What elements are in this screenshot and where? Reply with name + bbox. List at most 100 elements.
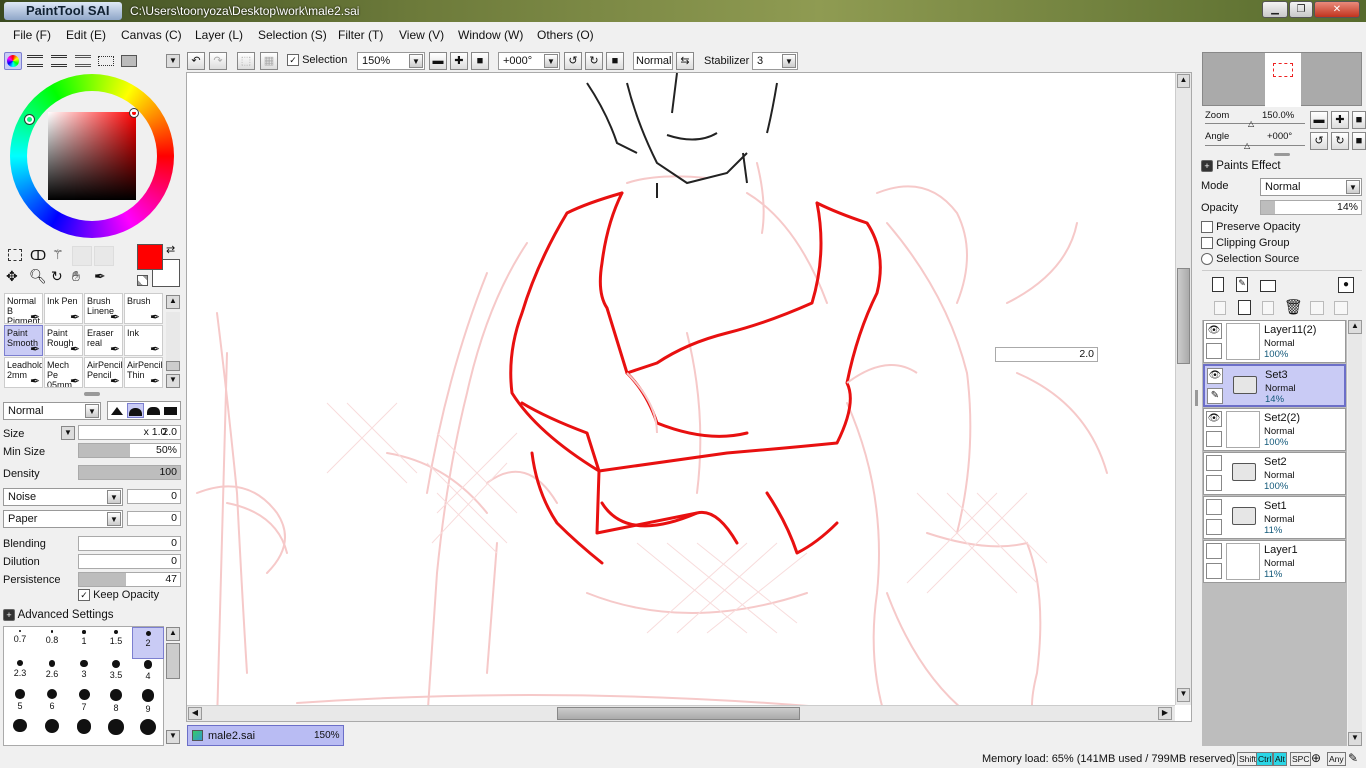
visibility-toggle[interactable] (1206, 455, 1222, 471)
panel-menu-icon[interactable]: ▼ (166, 54, 180, 68)
deselect-icon[interactable]: ⬚ (237, 52, 255, 70)
brush-size-preset[interactable]: 7 (68, 687, 100, 719)
scratchpad-tab[interactable] (98, 56, 114, 66)
visibility-toggle[interactable] (1206, 499, 1222, 515)
new-layer-icon[interactable] (1212, 277, 1224, 292)
merge-visible-icon[interactable] (1310, 301, 1324, 315)
zoom-reset-icon[interactable]: ■ (471, 52, 489, 70)
size-scroll-up-icon[interactable]: ▲ (166, 627, 180, 641)
hsv-slider-tab[interactable] (51, 55, 67, 67)
nav-rotate-left-icon[interactable]: ↺ (1310, 132, 1328, 150)
new-folder-icon[interactable] (1260, 280, 1276, 292)
close-button[interactable]: ✕ (1314, 1, 1360, 18)
tool-scroll-down-icon[interactable]: ▼ (166, 374, 180, 388)
flatten-icon[interactable] (1334, 301, 1348, 315)
scroll-left-icon[interactable]: ◀ (188, 707, 202, 720)
brush-size-preset[interactable]: 2.6 (36, 657, 68, 689)
paper-value[interactable]: 0 (127, 511, 181, 526)
brush-size-preset[interactable] (4, 717, 36, 749)
restore-button[interactable]: ❐ (1289, 1, 1313, 18)
layer-scrollbar[interactable]: ▲ ▼ (1348, 320, 1362, 746)
tool-6[interactable]: Eraser real ✒ (84, 325, 123, 356)
menu-file[interactable]: File (F) (13, 28, 51, 42)
brush-size-preset[interactable] (132, 717, 164, 749)
color-palette-tab[interactable] (121, 55, 137, 67)
paints-effect-toggle[interactable]: + Paints Effect (1201, 160, 1281, 172)
layer-row[interactable]: 👁︎ ✎ Set3 Normal 14% (1203, 364, 1346, 407)
brush-size-preset[interactable]: 6 (36, 687, 68, 719)
lock-toggle[interactable] (1206, 343, 1222, 359)
rotate-icon[interactable]: ↻ (51, 268, 63, 285)
rotate-right-icon[interactable]: ↻ (585, 52, 603, 70)
canvas-tab[interactable]: male2.sai 150% (187, 725, 344, 746)
brush-shape-round-icon[interactable] (147, 407, 160, 415)
navigator-preview[interactable] (1202, 52, 1362, 107)
brush-size-preset[interactable]: 4 (132, 657, 164, 689)
menu-edit[interactable]: Edit (E) (66, 28, 106, 42)
horizontal-scroll-thumb[interactable] (557, 707, 800, 720)
size-scroll-thumb[interactable] (166, 643, 180, 679)
density-slider[interactable]: 100 (78, 465, 181, 480)
nav-zoom-slider[interactable] (1205, 123, 1305, 124)
brush-size-preset[interactable]: 0.8 (36, 627, 68, 659)
rect-select-icon[interactable] (8, 249, 22, 261)
layer-opacity-slider[interactable]: 14% (1260, 200, 1362, 215)
canvas-vertical-scrollbar[interactable]: ▲ ▼ (1175, 73, 1191, 705)
brush-size-preset[interactable]: 1.5 (100, 627, 132, 659)
tool-9[interactable]: Mech Pe 05mm ✒ (44, 357, 83, 388)
color-wheel-tab[interactable] (4, 52, 22, 70)
size-multiplier-dropdown[interactable]: ▼ (61, 426, 75, 440)
layer-scroll-up-icon[interactable]: ▲ (1348, 320, 1362, 334)
selection-checkbox[interactable]: ✓ Selection (287, 54, 347, 67)
undo-icon[interactable]: ↶ (187, 52, 205, 70)
noise-value[interactable]: 0 (127, 489, 181, 504)
brush-size-preset[interactable]: 3.5 (100, 657, 132, 689)
delete-layer-icon[interactable]: 🗑︎ (1284, 298, 1303, 316)
angle-select[interactable]: +000° ▼ (498, 52, 560, 70)
drawing-canvas[interactable]: 2.0 (186, 72, 1192, 722)
stabilizer-select[interactable]: 3 ▼ (752, 52, 798, 70)
hue-marker[interactable] (24, 114, 35, 125)
tool-7[interactable]: Ink ✒ (124, 325, 163, 356)
scroll-down-icon[interactable]: ▼ (1177, 688, 1190, 702)
scroll-right-icon[interactable]: ▶ (1158, 707, 1172, 720)
tool-2[interactable]: Brush Linene ✒ (84, 293, 123, 324)
selection-source-checkbox[interactable]: Selection Source (1201, 253, 1299, 266)
zoom-select[interactable]: 150% ▼ (357, 52, 425, 70)
menu-window[interactable]: Window (W) (458, 28, 523, 42)
tool-3[interactable]: Brush ✒ (124, 293, 163, 324)
magic-wand-icon[interactable]: ⚚ (52, 247, 64, 263)
visibility-toggle[interactable]: 👁︎ (1206, 411, 1222, 427)
menu-selection[interactable]: Selection (S) (258, 28, 327, 42)
layer-mask-icon[interactable]: ● (1338, 277, 1354, 293)
layer-row[interactable]: Set1 Normal 11% (1203, 496, 1346, 539)
brush-size-preset[interactable]: 3 (68, 657, 100, 689)
lock-toggle[interactable] (1206, 519, 1222, 535)
tool-1[interactable]: Ink Pen ✒ (44, 293, 83, 324)
preserve-opacity-checkbox[interactable]: Preserve Opacity (1201, 221, 1300, 234)
clear-layer-icon[interactable] (1262, 301, 1274, 315)
rotate-reset-icon[interactable]: ■ (606, 52, 624, 70)
layer-row[interactable]: Layer1 Normal 11% (1203, 540, 1346, 583)
lock-toggle[interactable] (1206, 563, 1222, 579)
nav-rotate-right-icon[interactable]: ↻ (1331, 132, 1349, 150)
nav-zoom-in-icon[interactable]: ✚ (1331, 111, 1349, 129)
menu-others[interactable]: Others (O) (537, 28, 594, 42)
nav-splitter[interactable] (1274, 153, 1290, 156)
layer-mode-select[interactable]: Normal ▼ (1260, 178, 1362, 196)
blend-mode-select[interactable]: Normal (633, 52, 673, 70)
lasso-icon[interactable]: ↀ (30, 248, 46, 264)
new-linework-layer-icon[interactable]: ✎ (1236, 277, 1248, 292)
move-icon[interactable]: ✥ (6, 268, 18, 285)
scroll-up-icon[interactable]: ▲ (1177, 74, 1190, 88)
dilution-slider[interactable]: 0 (78, 554, 181, 569)
menu-canvas[interactable]: Canvas (C) (121, 28, 182, 42)
brush-size-preset[interactable]: 1 (68, 627, 100, 659)
canvas-horizontal-scrollbar[interactable]: ◀ ▶ (187, 705, 1175, 721)
rgb-slider-tab[interactable] (27, 55, 43, 67)
primary-color-swatch[interactable] (137, 244, 163, 270)
blending-slider[interactable]: 0 (78, 536, 181, 551)
menu-layer[interactable]: Layer (L) (195, 28, 243, 42)
brush-size-preset[interactable]: 0.7 (4, 627, 36, 659)
clipping-group-checkbox[interactable]: Clipping Group (1201, 237, 1289, 250)
